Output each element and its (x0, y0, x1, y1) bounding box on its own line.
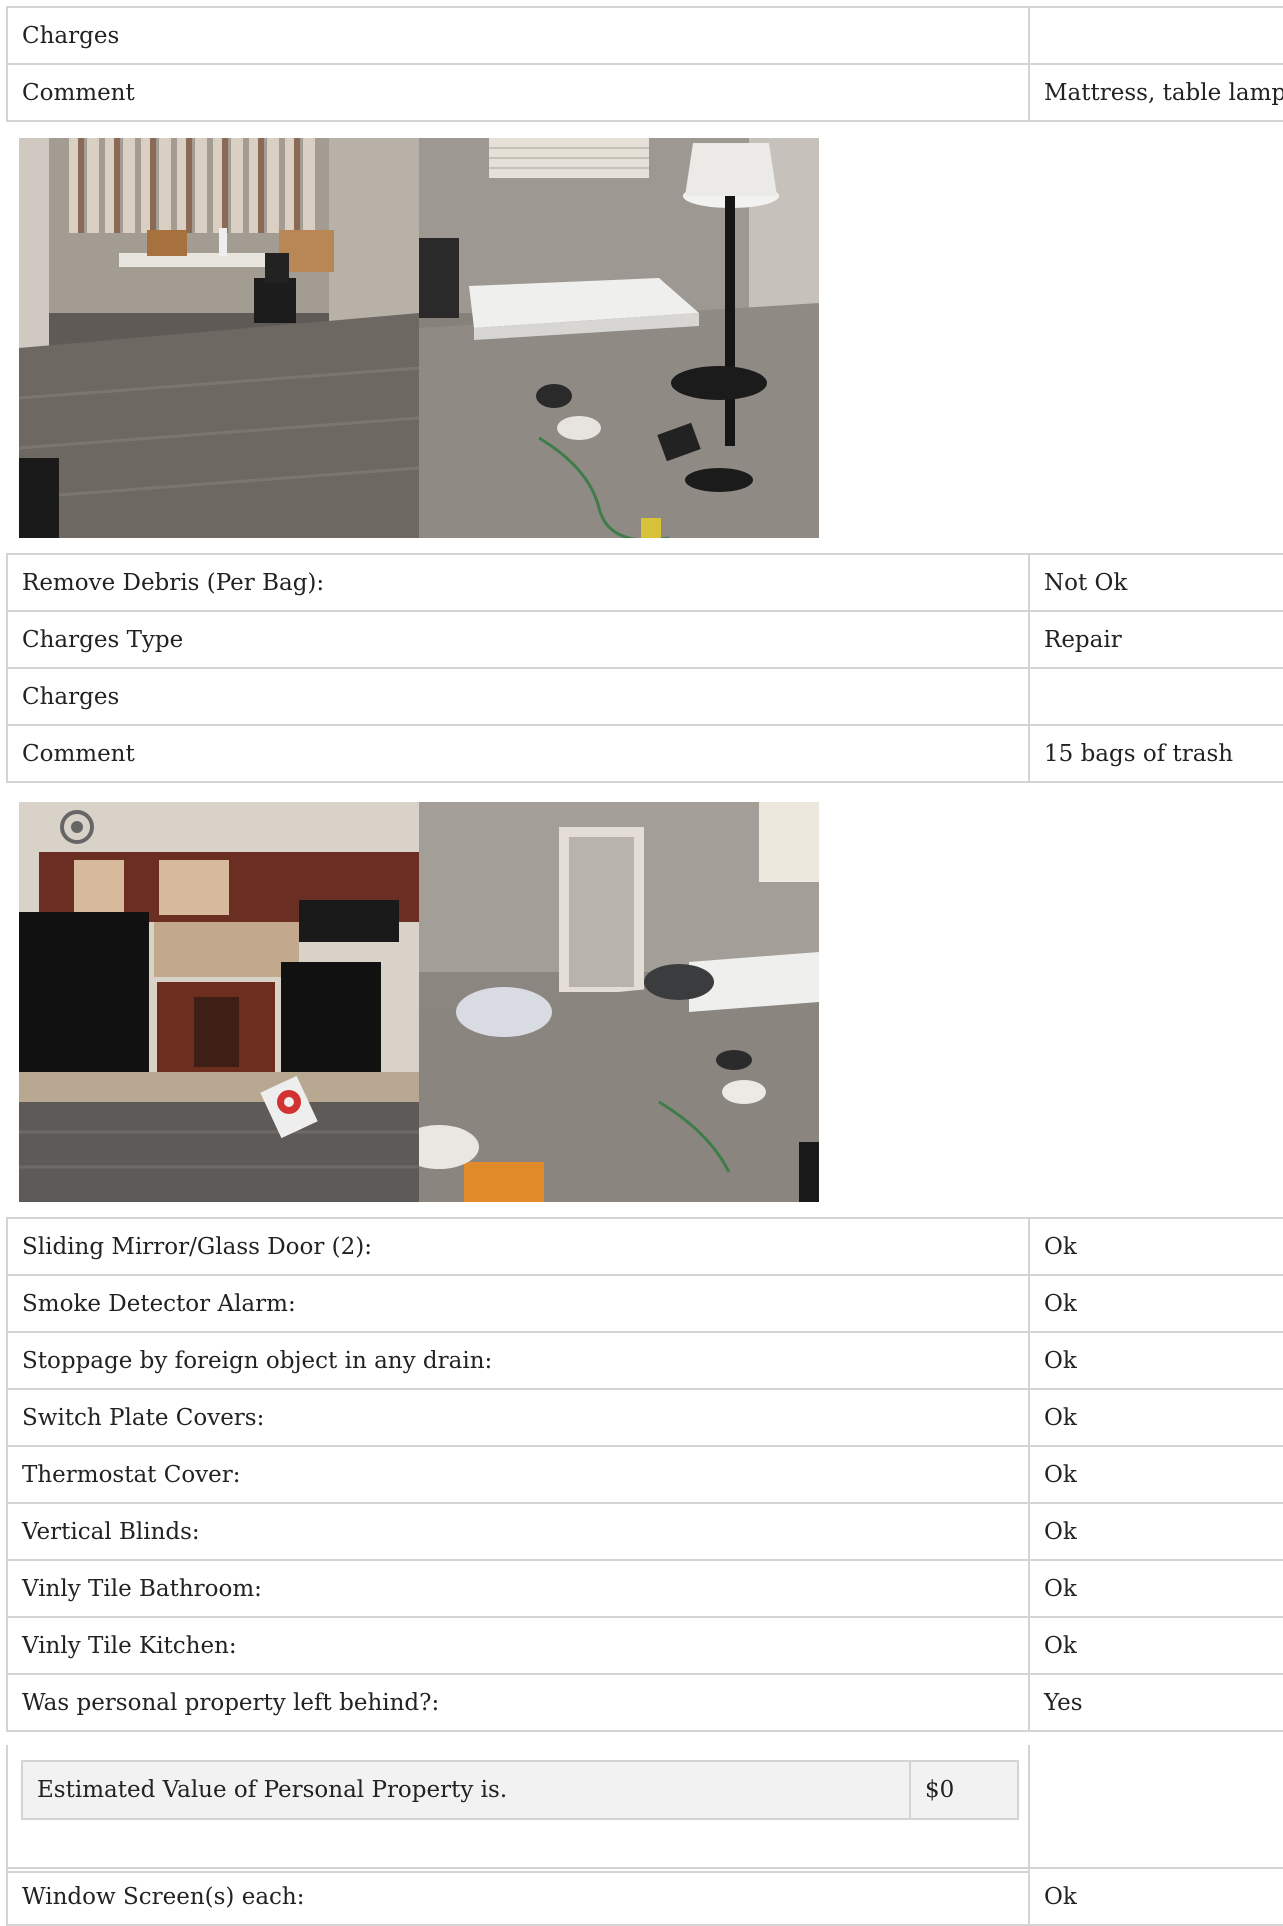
row-value: Ok (1028, 1559, 1283, 1618)
personal-property-value: $0 (909, 1760, 1019, 1820)
kitchen-photo-icon[interactable] (19, 802, 419, 1202)
row-value: Ok (1028, 1616, 1283, 1675)
row-value: 15 bags of trash (1028, 724, 1283, 783)
condition-table: Sliding Mirror/Glass Door (2): Ok Smoke … (6, 1217, 1283, 1732)
row-value (1028, 6, 1283, 65)
table-row: Charges (6, 667, 1283, 726)
row-label: Sliding Mirror/Glass Door (2): (6, 1217, 1030, 1276)
table-row: Vertical Blinds: Ok (6, 1502, 1283, 1561)
row-label: Comment (6, 724, 1030, 783)
table-row: Vinly Tile Bathroom: Ok (6, 1559, 1283, 1618)
row-value: Yes (1028, 1673, 1283, 1732)
row-value: Ok (1028, 1274, 1283, 1333)
table-row: Vinly Tile Kitchen: Ok (6, 1616, 1283, 1675)
table-row: Charges (6, 6, 1283, 65)
row-value (1028, 667, 1283, 726)
row-label: Remove Debris (Per Bag): (6, 553, 1030, 612)
inspection-report-page: Charges Comment Mattress, table lamp Rem… (0, 0, 1283, 1926)
table-row: Remove Debris (Per Bag): Not Ok (6, 553, 1283, 612)
row-label: Vinly Tile Kitchen: (6, 1616, 1030, 1675)
table-row: Comment Mattress, table lamp (6, 63, 1283, 122)
charges-table-2: Remove Debris (Per Bag): Not Ok Charges … (6, 553, 1283, 783)
row-value: Ok (1028, 1217, 1283, 1276)
table-row: Comment 15 bags of trash (6, 724, 1283, 783)
photo-strip-2 (19, 802, 819, 1202)
row-label: Switch Plate Covers: (6, 1388, 1030, 1447)
table-row: Estimated Value of Personal Property is.… (21, 1760, 1019, 1820)
row-value: Not Ok (1028, 553, 1283, 612)
photo-strip-1 (19, 138, 819, 538)
row-value: Mattress, table lamp (1028, 63, 1283, 122)
room-photo-mattress-lamp-icon[interactable] (419, 138, 819, 538)
room-photo-table-icon[interactable] (19, 138, 419, 538)
row-value: Ok (1028, 1331, 1283, 1390)
row-value: Ok (1028, 1388, 1283, 1447)
table-row: Stoppage by foreign object in any drain:… (6, 1331, 1283, 1390)
table-row: Thermostat Cover: Ok (6, 1445, 1283, 1504)
row-label: Was personal property left behind?: (6, 1673, 1030, 1732)
row-label: Stoppage by foreign object in any drain: (6, 1331, 1030, 1390)
table-row: Was personal property left behind?: Yes (6, 1673, 1283, 1732)
row-label: Charges (6, 667, 1030, 726)
row-label: Vinly Tile Bathroom: (6, 1559, 1030, 1618)
personal-property-table: Estimated Value of Personal Property is.… (21, 1760, 1019, 1820)
row-value: Ok (1028, 1867, 1283, 1926)
table-row: Switch Plate Covers: Ok (6, 1388, 1283, 1447)
row-label: Window Screen(s) each: (6, 1867, 1030, 1926)
table-row: Smoke Detector Alarm: Ok (6, 1274, 1283, 1333)
row-label: Charges (6, 6, 1030, 65)
personal-property-label: Estimated Value of Personal Property is. (21, 1760, 911, 1820)
row-label: Charges Type (6, 610, 1030, 669)
row-label: Comment (6, 63, 1030, 122)
bedroom-debris-photo-icon[interactable] (419, 802, 819, 1202)
row-label: Thermostat Cover: (6, 1445, 1030, 1504)
table-row: Charges Type Repair (6, 610, 1283, 669)
charges-table-1: Charges Comment Mattress, table lamp (6, 6, 1283, 122)
table-row: Sliding Mirror/Glass Door (2): Ok (6, 1217, 1283, 1276)
row-value: Repair (1028, 610, 1283, 669)
row-label: Smoke Detector Alarm: (6, 1274, 1030, 1333)
window-screen-table: Window Screen(s) each: Ok (6, 1867, 1283, 1926)
row-value: Ok (1028, 1502, 1283, 1561)
table-row: Window Screen(s) each: Ok (6, 1867, 1283, 1926)
row-value: Ok (1028, 1445, 1283, 1504)
row-label: Vertical Blinds: (6, 1502, 1030, 1561)
